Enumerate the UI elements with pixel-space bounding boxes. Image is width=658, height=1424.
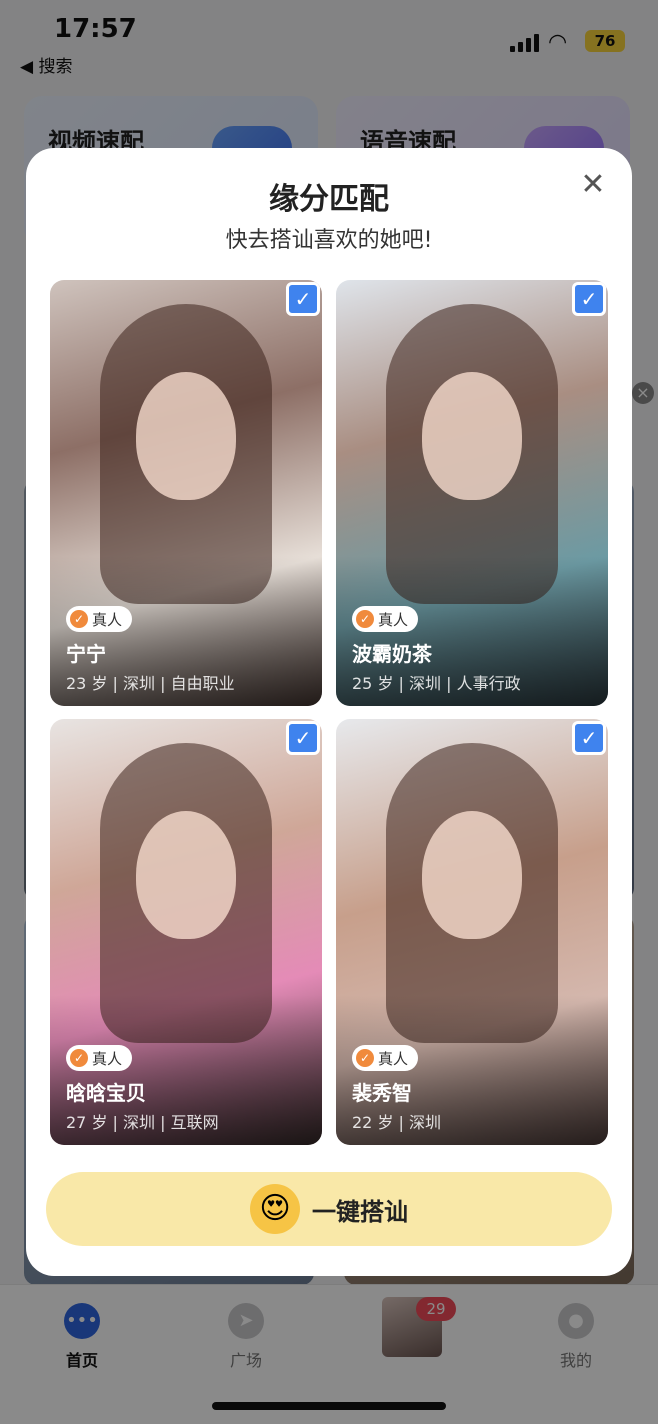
checkbox[interactable]: ✓ — [286, 282, 320, 316]
profile-card[interactable]: ✓ ✓ 真人 裴秀智 22 岁 | 深圳 — [336, 719, 608, 1145]
checkbox[interactable]: ✓ — [572, 721, 606, 755]
verified-label: 真人 — [92, 610, 123, 629]
verified-badge: ✓ 真人 — [66, 606, 133, 632]
dialog-subtitle: 快去搭讪喜欢的她吧! — [225, 228, 433, 253]
profile-name: 晗晗宝贝 — [66, 1081, 146, 1105]
profile-face — [422, 811, 522, 939]
verified-label: 真人 — [378, 610, 409, 629]
profile-info: 23 岁 | 深圳 | 自由职业 — [66, 674, 235, 693]
profile-info: 27 岁 | 深圳 | 互联网 — [66, 1113, 219, 1132]
profile-name: 裴秀智 — [352, 1081, 412, 1105]
verified-badge: ✓ 真人 — [352, 1045, 419, 1071]
greet-all-button[interactable]: 😍 一键搭讪 — [46, 1172, 612, 1246]
dialog-title: 缘分匹配 — [269, 182, 389, 217]
profile-face — [136, 811, 236, 939]
profile-name: 宁宁 — [66, 642, 106, 666]
checkbox[interactable]: ✓ — [286, 721, 320, 755]
verified-icon: ✓ — [356, 1049, 374, 1067]
verified-icon: ✓ — [70, 610, 88, 628]
profile-face — [422, 372, 522, 500]
profile-info: 25 岁 | 深圳 | 人事行政 — [352, 674, 521, 693]
heart-eyes-icon: 😍 — [250, 1184, 300, 1234]
verified-badge: ✓ 真人 — [66, 1045, 133, 1071]
match-dialog: 缘分匹配 快去搭讪喜欢的她吧! ✕ ✓ ✓ 真人 宁宁 23 岁 | 深圳 | … — [26, 148, 632, 1276]
verified-icon: ✓ — [70, 1049, 88, 1067]
verified-label: 真人 — [378, 1049, 409, 1068]
profile-face — [136, 372, 236, 500]
verified-label: 真人 — [92, 1049, 123, 1068]
verified-icon: ✓ — [356, 610, 374, 628]
profile-card[interactable]: ✓ ✓ 真人 宁宁 23 岁 | 深圳 | 自由职业 — [50, 280, 322, 706]
profile-card[interactable]: ✓ ✓ 真人 晗晗宝贝 27 岁 | 深圳 | 互联网 — [50, 719, 322, 1145]
checkbox[interactable]: ✓ — [572, 282, 606, 316]
profile-card[interactable]: ✓ ✓ 真人 波霸奶茶 25 岁 | 深圳 | 人事行政 — [336, 280, 608, 706]
profile-info: 22 岁 | 深圳 — [352, 1113, 442, 1132]
profile-name: 波霸奶茶 — [352, 642, 432, 666]
close-icon[interactable]: ✕ — [578, 170, 608, 200]
verified-badge: ✓ 真人 — [352, 606, 419, 632]
greet-all-label: 一键搭讪 — [312, 1197, 408, 1226]
